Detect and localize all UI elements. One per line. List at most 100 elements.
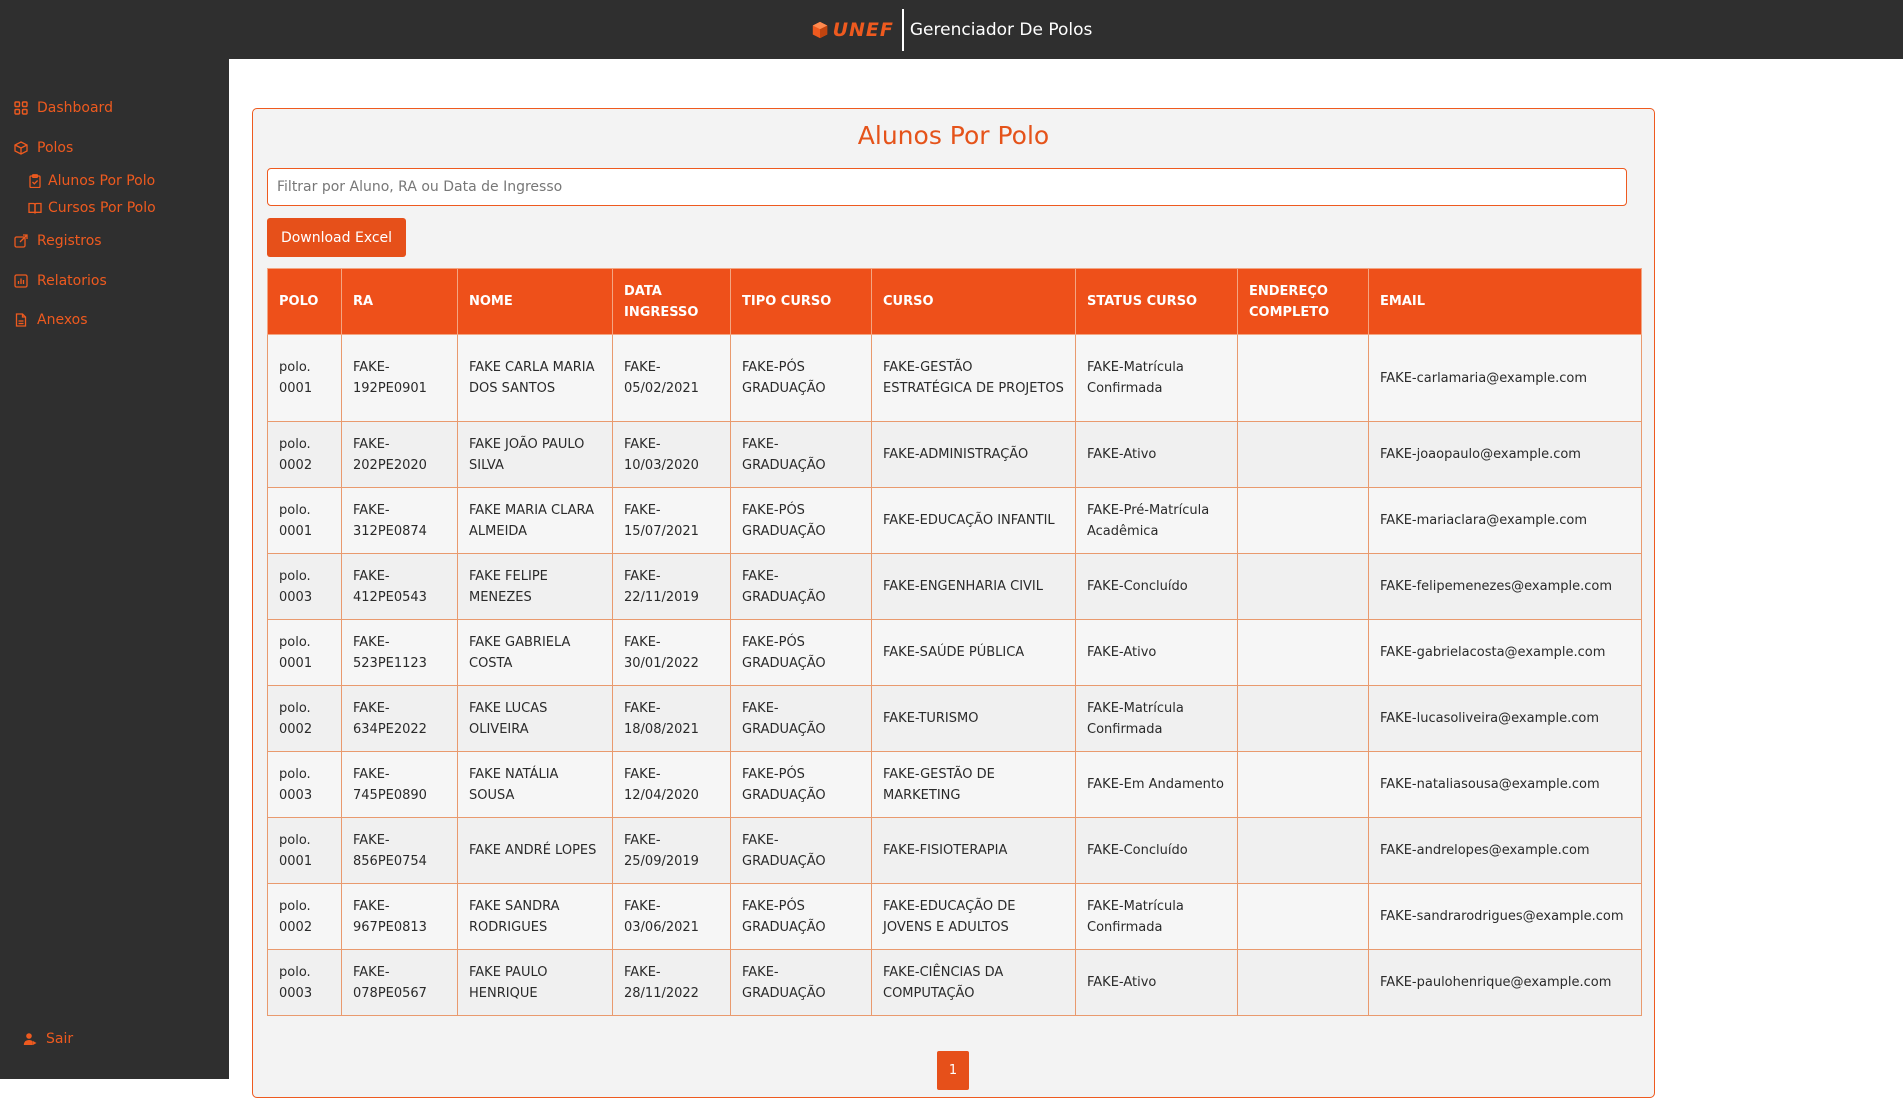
sidebar-item-label: Registros	[37, 233, 102, 249]
cell-curso: FAKE-EDUCAÇÃO DE JOVENS E ADULTOS	[871, 883, 1076, 950]
sidebar-item-registros[interactable]: Registros	[14, 233, 102, 249]
chart-icon	[14, 274, 28, 288]
column-header-curso[interactable]: CURSO	[871, 268, 1076, 335]
sidebar-item-polos[interactable]: Polos	[14, 140, 73, 156]
book-icon	[28, 202, 42, 214]
cell-endereco	[1237, 619, 1369, 686]
table-row[interactable]: polo. 0001 FAKE-312PE0874 FAKE MARIA CLARA…	[267, 487, 1642, 554]
column-header-endereco-completo[interactable]: ENDEREÇO COMPLETO	[1237, 268, 1369, 335]
cell-ra: FAKE-202PE2020	[341, 421, 458, 488]
cell-data-ingresso: FAKE-12/04/2020	[612, 751, 731, 818]
cell-data-ingresso: FAKE-15/07/2021	[612, 487, 731, 554]
cell-curso: FAKE-TURISMO	[871, 685, 1076, 752]
table-row[interactable]: polo. 0001 FAKE-523PE1123 FAKE GABRIELA CO…	[267, 619, 1642, 686]
cell-email: FAKE-sandrarodrigues@example.com	[1368, 883, 1642, 950]
cell-nome: FAKE ANDRÉ LOPES	[457, 817, 613, 884]
sidebar-item-anexos[interactable]: Anexos	[14, 312, 88, 328]
main-content: Alunos Por Polo Download Excel POLO RA N…	[229, 59, 1903, 1098]
table-row[interactable]: polo. 0001 FAKE-192PE0901 FAKE CARLA MARIA…	[267, 334, 1642, 422]
filter-input[interactable]	[267, 168, 1627, 206]
students-table: POLO RA NOME DATA INGRESSO TIPO CURSO CU…	[267, 268, 1642, 1016]
cell-data-ingresso: FAKE-25/09/2019	[612, 817, 731, 884]
logout-label: Sair	[46, 1031, 74, 1047]
clipboard-icon	[29, 174, 41, 188]
cell-tipo-curso: FAKE-PÓS GRADUAÇÃO	[730, 619, 872, 686]
sidebar-item-cursos-por-polo[interactable]: Cursos Por Polo	[28, 200, 156, 216]
cell-endereco	[1237, 553, 1369, 620]
cell-email: FAKE-felipemenezes@example.com	[1368, 553, 1642, 620]
cell-tipo-curso: FAKE-GRADUAÇÃO	[730, 421, 872, 488]
cell-nome: FAKE NATÁLIA SOUSA	[457, 751, 613, 818]
table-row[interactable]: polo. 0001 FAKE-856PE0754 FAKE ANDRÉ LOPES…	[267, 817, 1642, 884]
cell-tipo-curso: FAKE-PÓS GRADUAÇÃO	[730, 751, 872, 818]
column-header-ra[interactable]: RA	[341, 268, 458, 335]
cell-email: FAKE-lucasoliveira@example.com	[1368, 685, 1642, 752]
cell-polo: polo. 0002	[267, 421, 342, 488]
cell-tipo-curso: FAKE-GRADUAÇÃO	[730, 949, 872, 1016]
cell-polo: polo. 0001	[267, 487, 342, 554]
column-header-data-ingresso[interactable]: DATA INGRESSO	[612, 268, 731, 335]
cell-curso: FAKE-GESTÃO DE MARKETING	[871, 751, 1076, 818]
cell-polo: polo. 0002	[267, 883, 342, 950]
dashboard-icon	[14, 101, 28, 115]
cell-status-curso: FAKE-Matrícula Confirmada	[1075, 334, 1238, 422]
column-header-email[interactable]: EMAIL	[1368, 268, 1642, 335]
sidebar-item-label: Relatorios	[37, 273, 107, 289]
cell-polo: polo. 0002	[267, 685, 342, 752]
table-row[interactable]: polo. 0003 FAKE-412PE0543 FAKE FELIPE MENE…	[267, 553, 1642, 620]
table-row[interactable]: polo. 0002 FAKE-202PE2020 FAKE JOÃO PAULO …	[267, 421, 1642, 488]
pagination-page-button[interactable]: 1	[937, 1051, 969, 1090]
cell-nome: FAKE PAULO HENRIQUE	[457, 949, 613, 1016]
cell-status-curso: FAKE-Pré-Matrícula Acadêmica	[1075, 487, 1238, 554]
column-header-tipo-curso[interactable]: TIPO CURSO	[730, 268, 872, 335]
cell-tipo-curso: FAKE-PÓS GRADUAÇÃO	[730, 487, 872, 554]
sidebar-item-label: Cursos Por Polo	[48, 200, 156, 216]
cell-endereco	[1237, 751, 1369, 818]
table-row[interactable]: polo. 0002 FAKE-967PE0813 FAKE SANDRA RODR…	[267, 883, 1642, 950]
cell-email: FAKE-andrelopes@example.com	[1368, 817, 1642, 884]
column-header-polo[interactable]: POLO	[267, 268, 342, 335]
cell-nome: FAKE SANDRA RODRIGUES	[457, 883, 613, 950]
cell-nome: FAKE FELIPE MENEZES	[457, 553, 613, 620]
user-logout-icon	[23, 1033, 37, 1045]
cell-curso: FAKE-ADMINISTRAÇÃO	[871, 421, 1076, 488]
cell-nome: FAKE LUCAS OLIVEIRA	[457, 685, 613, 752]
cell-curso: FAKE-CIÊNCIAS DA COMPUTAÇÃO	[871, 949, 1076, 1016]
unef-logo: UNEF	[811, 19, 900, 41]
cell-email: FAKE-gabrielacosta@example.com	[1368, 619, 1642, 686]
sidebar-item-dashboard[interactable]: Dashboard	[14, 100, 113, 116]
column-header-nome[interactable]: NOME	[457, 268, 613, 335]
table-row[interactable]: polo. 0002 FAKE-634PE2022 FAKE LUCAS OLIVE…	[267, 685, 1642, 752]
cell-polo: polo. 0001	[267, 817, 342, 884]
cell-status-curso: FAKE-Ativo	[1075, 619, 1238, 686]
cell-status-curso: FAKE-Matrícula Confirmada	[1075, 685, 1238, 752]
cell-polo: polo. 0003	[267, 553, 342, 620]
logout-button[interactable]: Sair	[23, 1031, 73, 1047]
cell-status-curso: FAKE-Concluído	[1075, 553, 1238, 620]
sidebar-item-alunos-por-polo[interactable]: Alunos Por Polo	[28, 173, 155, 189]
cell-email: FAKE-paulohenrique@example.com	[1368, 949, 1642, 1016]
column-header-status-curso[interactable]: STATUS CURSO	[1075, 268, 1238, 335]
cell-nome: FAKE GABRIELA COSTA	[457, 619, 613, 686]
app-title: Gerenciador De Polos	[909, 19, 1093, 40]
cell-ra: FAKE-523PE1123	[341, 619, 458, 686]
cell-status-curso: FAKE-Ativo	[1075, 421, 1238, 488]
top-bar: UNEF Gerenciador De Polos	[0, 0, 1903, 59]
cell-nome: FAKE CARLA MARIA DOS SANTOS	[457, 334, 613, 422]
sidebar: Dashboard Polos Alunos Por Polo Cursos P…	[0, 59, 229, 1079]
table-header-row: POLO RA NOME DATA INGRESSO TIPO CURSO CU…	[267, 268, 1642, 335]
cell-data-ingresso: FAKE-30/01/2022	[612, 619, 731, 686]
brand[interactable]: UNEF Gerenciador De Polos	[811, 8, 1093, 51]
cell-endereco	[1237, 883, 1369, 950]
cell-email: FAKE-joaopaulo@example.com	[1368, 421, 1642, 488]
cell-endereco	[1237, 949, 1369, 1016]
table-row[interactable]: polo. 0003 FAKE-745PE0890 FAKE NATÁLIA SOU…	[267, 751, 1642, 818]
sidebar-item-relatorios[interactable]: Relatorios	[14, 273, 107, 289]
table-row[interactable]: polo. 0003 FAKE-078PE0567 FAKE PAULO HENRI…	[267, 949, 1642, 1016]
cell-data-ingresso: FAKE-10/03/2020	[612, 421, 731, 488]
cell-data-ingresso: FAKE-05/02/2021	[612, 334, 731, 422]
cell-polo: polo. 0003	[267, 751, 342, 818]
download-excel-button[interactable]: Download Excel	[267, 218, 406, 257]
alunos-card: Alunos Por Polo Download Excel POLO RA N…	[252, 108, 1655, 1098]
cell-curso: FAKE-ENGENHARIA CIVIL	[871, 553, 1076, 620]
